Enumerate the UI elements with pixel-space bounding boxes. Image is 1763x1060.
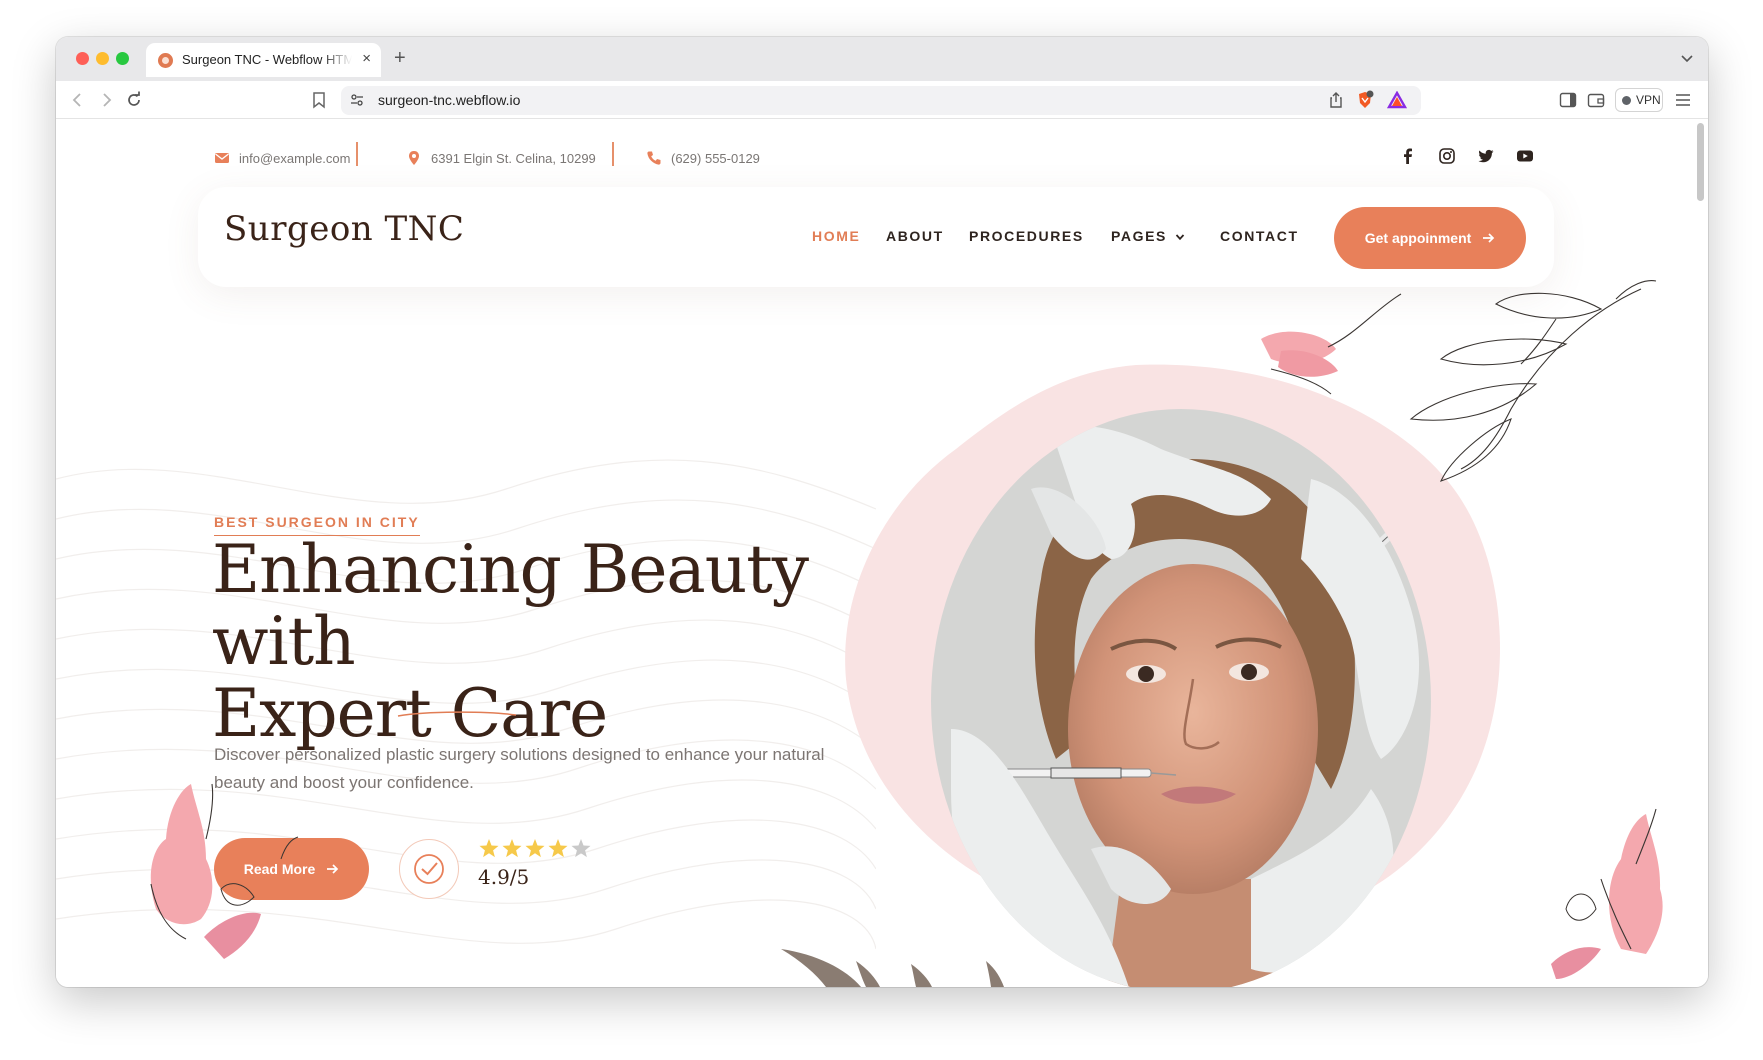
twitter-icon[interactable] <box>1477 147 1495 165</box>
star-icon <box>525 839 545 858</box>
arrow-right-icon <box>1483 233 1495 243</box>
email-text: info@example.com <box>239 150 351 166</box>
vpn-status-icon <box>1622 96 1631 105</box>
rating-value: 4.9/5 <box>478 865 530 889</box>
nav-home[interactable]: HOME <box>812 228 860 244</box>
read-more-button[interactable]: Read More <box>214 838 369 900</box>
cta-label: Get appoinment <box>1364 230 1472 246</box>
mail-icon <box>215 153 229 163</box>
divider <box>612 142 614 166</box>
youtube-icon[interactable] <box>1516 147 1534 165</box>
get-appointment-button[interactable]: Get appoinment <box>1334 207 1526 269</box>
browser-window: Surgeon TNC - Webflow HTML × + surgeon-t… <box>56 37 1708 987</box>
vpn-label: VPN <box>1636 93 1661 107</box>
star-icon <box>479 839 499 858</box>
hero-title: Enhancing Beauty with Expert Care <box>212 534 862 750</box>
nav-contact[interactable]: CONTACT <box>1220 228 1299 244</box>
rating-stars <box>479 839 591 858</box>
toolbar: surgeon-tnc.webflow.io VPN <box>56 81 1708 119</box>
browser-tab[interactable]: Surgeon TNC - Webflow HTML × <box>146 43 381 77</box>
pink-flower-illustration <box>1261 293 1402 395</box>
wallet-icon[interactable] <box>1587 92 1605 108</box>
hero-title-line1: Enhancing Beauty with <box>212 531 809 680</box>
facebook-icon[interactable] <box>1399 147 1417 165</box>
verified-badge <box>399 839 459 899</box>
hero-title-line2: Expert Care <box>212 675 608 752</box>
nav-procedures[interactable]: PROCEDURES <box>969 228 1084 244</box>
reload-icon[interactable] <box>124 90 144 110</box>
address-text: 6391 Elgin St. Celina, 10299 <box>431 150 596 166</box>
instagram-icon[interactable] <box>1438 147 1456 165</box>
check-circle-icon <box>414 854 444 884</box>
sidebar-toggle-icon[interactable] <box>1559 92 1577 108</box>
star-icon <box>571 839 591 858</box>
hamburger-menu-icon[interactable] <box>1674 92 1692 108</box>
site-logo[interactable]: Surgeon TNC <box>224 209 464 249</box>
vpn-button[interactable]: VPN <box>1615 88 1663 112</box>
tab-list-chevron-icon[interactable] <box>1678 49 1696 67</box>
leaf-branch-illustration <box>1409 280 1657 482</box>
main-navbar: Surgeon TNC HOME ABOUT PROCEDURES PAGES … <box>198 187 1554 287</box>
brave-rewards-icon[interactable] <box>1387 91 1407 109</box>
nav-pages-dropdown[interactable]: PAGES <box>1111 228 1185 244</box>
chevron-down-icon <box>1175 234 1185 241</box>
hero-description: Discover personalized plastic surgery so… <box>214 745 825 792</box>
tab-title: Surgeon TNC - Webflow HTML <box>182 52 352 67</box>
nav-pages-label: PAGES <box>1111 228 1167 244</box>
site-settings-icon[interactable] <box>349 92 365 108</box>
share-icon[interactable] <box>1327 91 1345 109</box>
url-text[interactable]: surgeon-tnc.webflow.io <box>378 92 520 108</box>
forward-icon[interactable] <box>96 90 116 110</box>
star-icon <box>502 839 522 858</box>
page-scrollbar[interactable] <box>1697 123 1704 201</box>
location-pin-icon <box>409 151 419 165</box>
hero-portrait-image <box>931 409 1431 987</box>
bookmark-icon[interactable] <box>309 90 329 110</box>
pink-flower-illustration <box>1551 808 1663 979</box>
read-more-label: Read More <box>243 861 316 877</box>
phone-text: (629) 555-0129 <box>671 150 760 166</box>
minimize-window-button[interactable] <box>96 52 109 65</box>
back-icon[interactable] <box>68 90 88 110</box>
tab-strip: Surgeon TNC - Webflow HTML × + <box>56 37 1708 81</box>
tab-close-icon[interactable]: × <box>362 50 371 68</box>
brave-shields-icon[interactable] <box>1355 90 1375 110</box>
address-bar[interactable]: surgeon-tnc.webflow.io <box>341 86 1421 115</box>
divider <box>356 142 358 166</box>
phone-icon <box>647 151 661 165</box>
arrow-right-icon <box>327 864 339 874</box>
contact-address: 6391 Elgin St. Celina, 10299 <box>406 147 596 169</box>
title-underline-swash <box>397 711 517 717</box>
new-tab-button[interactable]: + <box>394 46 406 70</box>
page-viewport[interactable]: info@example.com 6391 Elgin St. Celina, … <box>56 119 1708 987</box>
contact-phone[interactable]: (629) 555-0129 <box>646 147 760 169</box>
star-icon <box>548 839 568 858</box>
maximize-window-button[interactable] <box>116 52 129 65</box>
site-favicon-icon <box>158 53 173 68</box>
nav-about[interactable]: ABOUT <box>886 228 944 244</box>
contact-email[interactable]: info@example.com <box>214 147 350 169</box>
close-window-button[interactable] <box>76 52 89 65</box>
